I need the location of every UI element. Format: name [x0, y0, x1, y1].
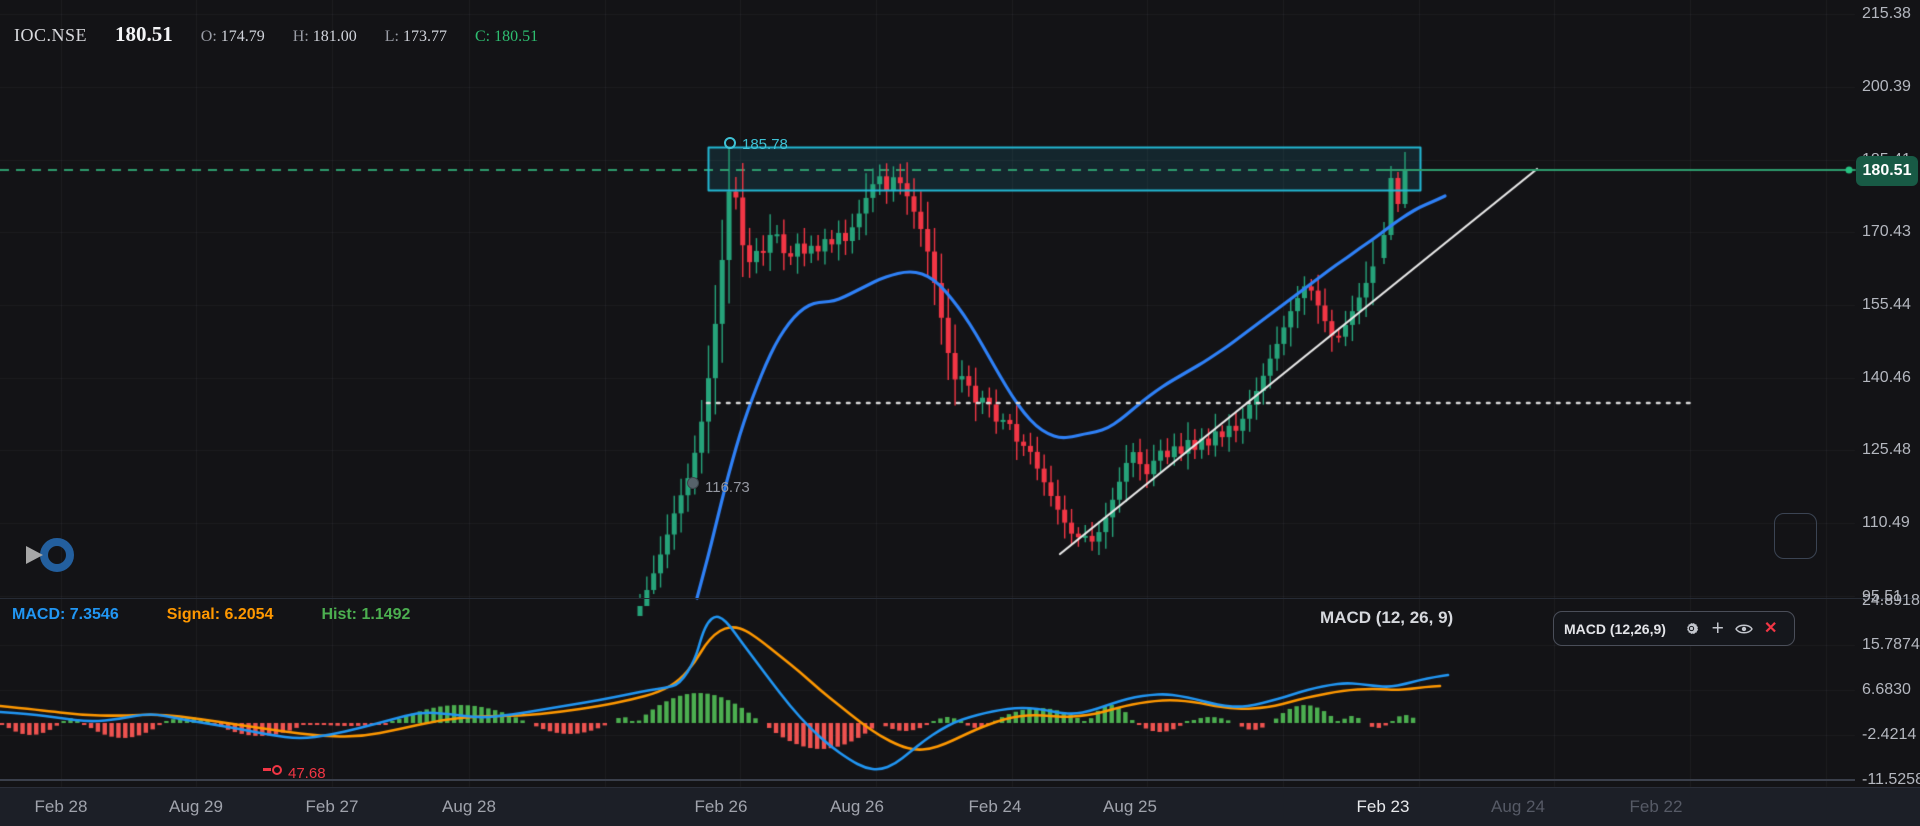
macd-legend-label: MACD (12,26,9) [1564, 620, 1666, 637]
price-axis-label: 140.46 [1862, 369, 1911, 386]
time-axis-label[interactable]: Feb 28 [35, 797, 88, 817]
price-axis-label: 200.39 [1862, 78, 1911, 95]
pane-separator[interactable] [0, 598, 1920, 599]
low-value: L: 173.77 [384, 28, 447, 45]
symbol-header: IOC.NSE 180.51 O: 174.79 H: 181.00 L: 17… [14, 22, 538, 47]
macd-bottom-separator[interactable] [0, 779, 1855, 781]
macd-axis-label: 6.6830 [1862, 681, 1911, 698]
time-axis-label[interactable]: Aug 29 [169, 797, 223, 817]
time-axis-label[interactable]: Aug 25 [1103, 797, 1157, 817]
open-value: O: 174.79 [200, 28, 265, 45]
close-icon[interactable]: ✕ [1757, 612, 1784, 645]
mid-price-label: 116.73 [705, 479, 750, 496]
macd-axis-label: 15.7874 [1862, 636, 1920, 653]
mid-price-marker[interactable] [687, 477, 699, 489]
current-price-badge: 180.51 [1856, 156, 1918, 186]
high-value: H: 181.00 [292, 28, 357, 45]
macd-axis-label: -11.5258 [1862, 771, 1920, 788]
macd-pane-title: MACD (12, 26, 9) [1320, 608, 1454, 627]
price-axis-label: 155.44 [1862, 296, 1911, 313]
macd-values-row: MACD: 7.3546 Signal: 6.2054 Hist: 1.1492 [12, 606, 410, 624]
time-axis-label[interactable]: Feb 27 [306, 797, 359, 817]
zone-high-marker[interactable] [724, 137, 736, 149]
eye-icon[interactable] [1731, 612, 1758, 645]
macd-value: MACD: 7.3546 [12, 606, 119, 623]
plus-icon[interactable]: + [1704, 612, 1731, 645]
gear-icon[interactable] [1678, 612, 1705, 645]
chart-canvas[interactable] [0, 0, 1920, 826]
macd-legend: MACD (12,26,9) + ✕ [1553, 611, 1795, 646]
time-axis-label[interactable]: Aug 26 [830, 797, 884, 817]
mouse-cursor-icon [26, 546, 43, 564]
price-axis-label: 110.49 [1862, 514, 1910, 531]
time-axis-label[interactable]: Feb 23 [1357, 797, 1410, 817]
alert-price-dash [263, 768, 271, 771]
replay-loading-icon[interactable] [40, 538, 74, 572]
time-axis-label[interactable]: Feb 24 [969, 797, 1022, 817]
time-axis-label[interactable]: Feb 22 [1630, 797, 1683, 817]
last-price: 180.51 [115, 22, 173, 46]
zone-high-label: 185.78 [742, 136, 788, 153]
alert-price-label: 47.68 [288, 765, 326, 782]
time-axis-label[interactable]: Aug 28 [442, 797, 496, 817]
price-axis-label: 215.38 [1862, 5, 1911, 22]
pane-collapse-button[interactable] [1774, 513, 1817, 559]
time-axis-label[interactable]: Feb 26 [695, 797, 748, 817]
time-axis-label[interactable]: Aug 24 [1491, 797, 1545, 817]
hist-value: Hist: 1.1492 [321, 606, 411, 623]
symbol-name[interactable]: IOC.NSE [14, 25, 87, 46]
macd-axis-label: 24.8918 [1862, 592, 1920, 609]
macd-axis-label: -2.4214 [1862, 726, 1917, 743]
signal-value: Signal: 6.2054 [166, 606, 274, 623]
alert-price-marker[interactable] [272, 765, 282, 775]
price-axis-label: 125.48 [1862, 441, 1911, 458]
price-axis-label: 170.43 [1862, 223, 1911, 240]
trading-chart-window: { "header": { "symbol": "IOC.NSE", "last… [0, 0, 1920, 826]
close-value: C: 180.51 [474, 28, 539, 45]
